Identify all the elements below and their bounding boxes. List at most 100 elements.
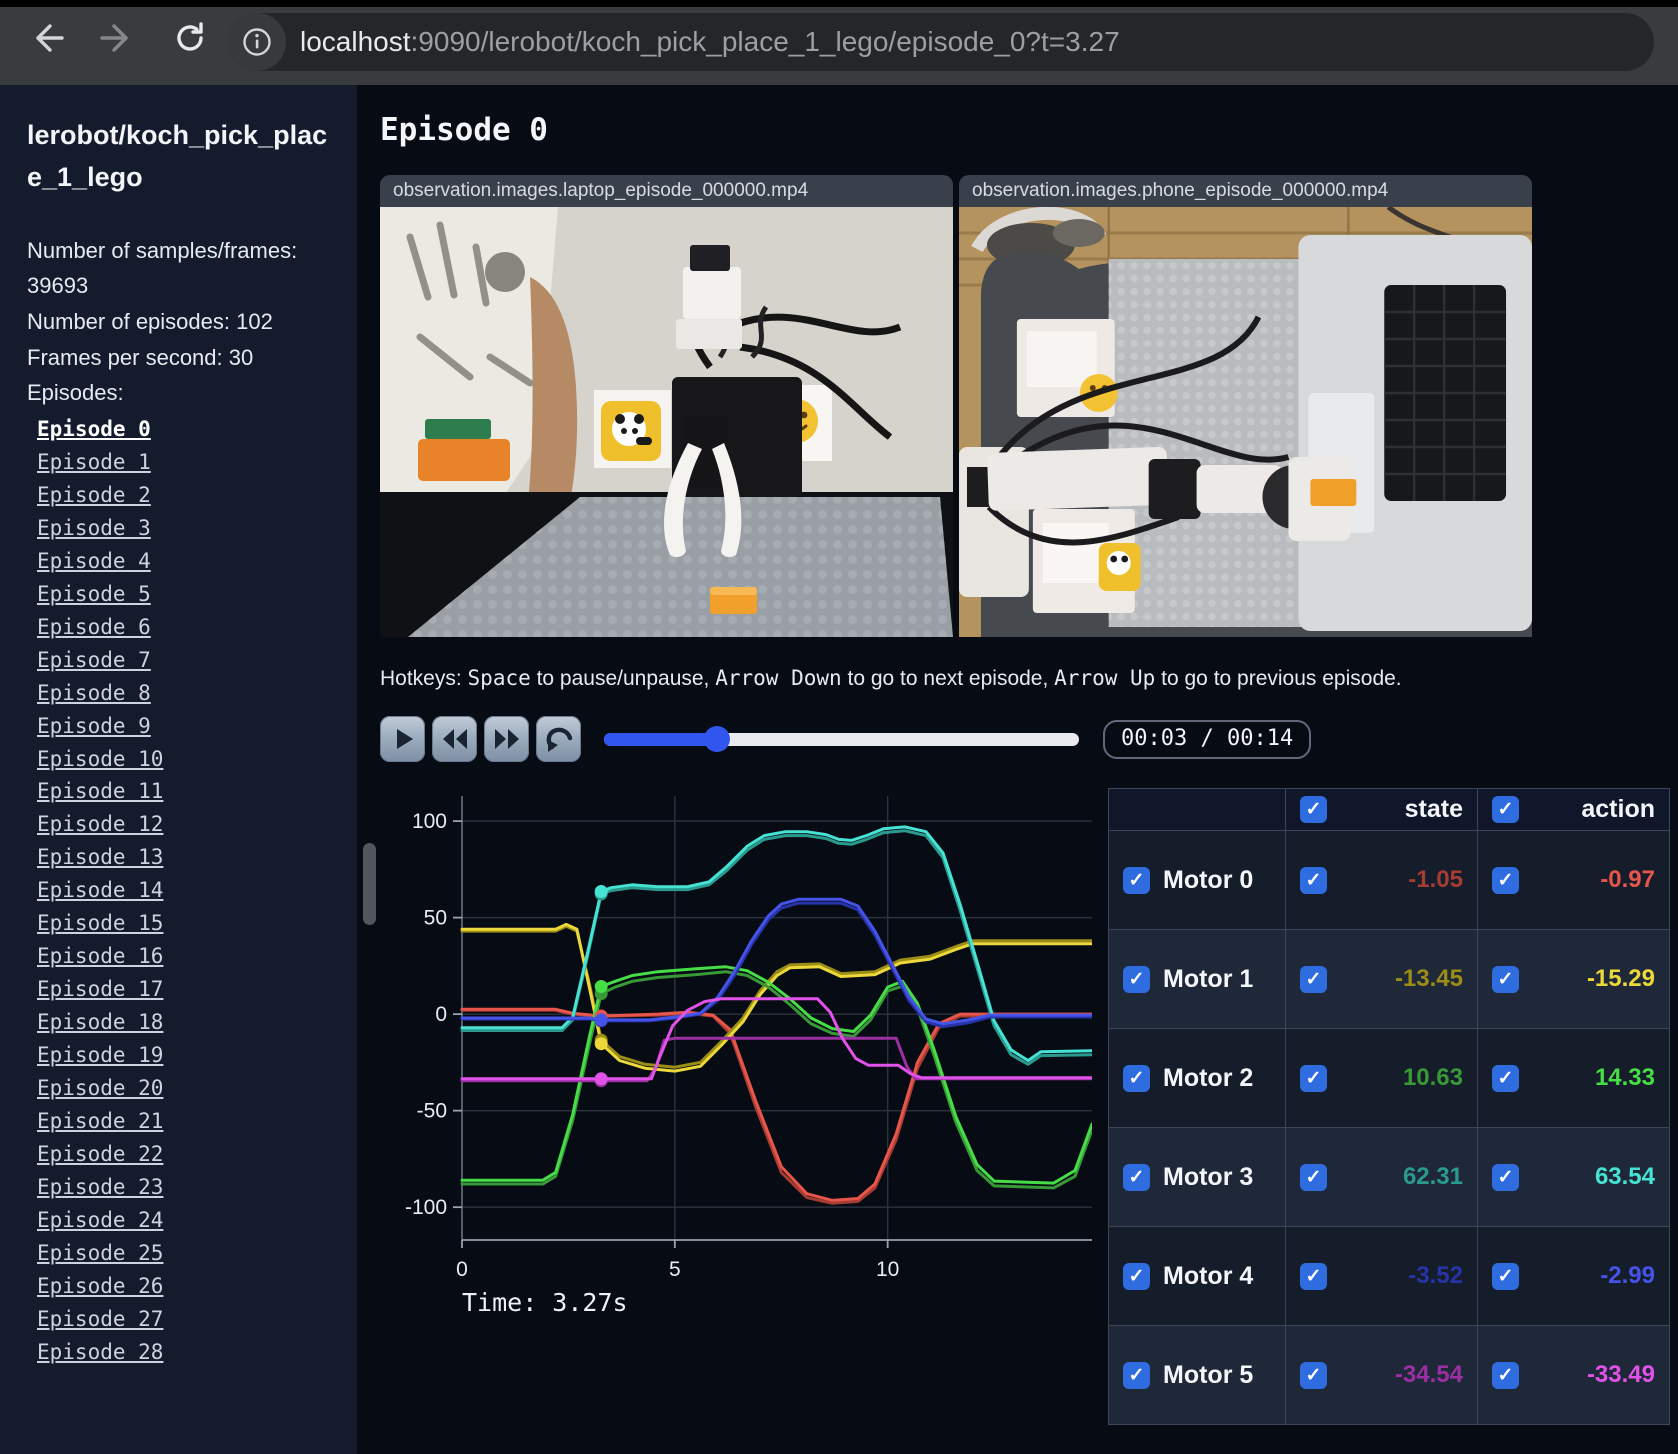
episode-link[interactable]: Episode 24 — [37, 1204, 163, 1237]
motor-action-checkbox[interactable]: ✓ — [1492, 1163, 1519, 1191]
motor-action-checkbox[interactable]: ✓ — [1492, 1064, 1519, 1092]
motor-state-checkbox[interactable]: ✓ — [1300, 1361, 1327, 1389]
table-row: ✓ Motor 4 ✓ -3.52 ✓ -2.99 — [1108, 1226, 1670, 1326]
motor-action-checkbox[interactable]: ✓ — [1492, 1361, 1519, 1389]
motor-checkbox[interactable]: ✓ — [1123, 1163, 1150, 1191]
episode-link[interactable]: Episode 10 — [37, 743, 163, 776]
episode-link[interactable]: Episode 5 — [37, 578, 151, 611]
episode-link[interactable]: Episode 19 — [37, 1039, 163, 1072]
motor-state-value: -3.52 — [1408, 1262, 1463, 1289]
episode-link[interactable]: Episode 17 — [37, 973, 163, 1006]
seek-thumb[interactable] — [704, 726, 731, 752]
episode-link[interactable]: Episode 22 — [37, 1138, 163, 1171]
motor-label-cell: ✓ Motor 3 — [1108, 1127, 1286, 1227]
episode-link[interactable]: Episode 26 — [37, 1270, 163, 1303]
motor-state-checkbox[interactable]: ✓ — [1300, 965, 1327, 993]
motor-state-cell: ✓ -13.45 — [1285, 929, 1478, 1029]
motor-action-value: 63.54 — [1594, 1163, 1655, 1190]
action-column-checkbox[interactable]: ✓ — [1492, 796, 1519, 823]
episode-link[interactable]: Episode 21 — [37, 1105, 163, 1138]
episode-link[interactable]: Episode 18 — [37, 1006, 163, 1039]
episode-link[interactable]: Episode 15 — [37, 907, 163, 940]
motor-action-value: -33.49 — [1586, 1361, 1655, 1388]
motor-action-checkbox[interactable]: ✓ — [1492, 965, 1519, 993]
motor-action-cell: ✓ 14.33 — [1477, 1028, 1670, 1128]
header-empty-cell — [1108, 788, 1286, 831]
loop-icon — [546, 727, 572, 752]
play-button[interactable] — [380, 716, 425, 762]
motor-state-checkbox[interactable]: ✓ — [1300, 1262, 1327, 1290]
episode-link[interactable]: Episode 2 — [37, 479, 151, 512]
video-laptop[interactable] — [380, 207, 953, 637]
seek-slider[interactable] — [604, 726, 1079, 752]
episode-link[interactable]: Episode 9 — [37, 710, 151, 743]
episode-link[interactable]: Episode 13 — [37, 841, 163, 874]
motor-checkbox[interactable]: ✓ — [1123, 866, 1150, 894]
table-row: ✓ Motor 2 ✓ 10.63 ✓ 14.33 — [1108, 1028, 1670, 1128]
episode-link[interactable]: Episode 8 — [37, 677, 151, 710]
dataset-stats: Number of samples/frames: 39693 Number o… — [27, 233, 335, 411]
svg-text:50: 50 — [424, 907, 447, 930]
episode-link[interactable]: Episode 0 — [37, 413, 151, 446]
motor-state-cell: ✓ 62.31 — [1285, 1127, 1478, 1227]
episode-link[interactable]: Episode 6 — [37, 611, 151, 644]
svg-text:Time: 3.27s: Time: 3.27s — [462, 1288, 628, 1317]
back-button[interactable] — [26, 18, 66, 58]
episodes-label: Episodes: — [27, 380, 124, 406]
motor-state-value: -1.05 — [1408, 866, 1463, 893]
motor-action-value: -0.97 — [1600, 866, 1655, 893]
motor-action-value: -15.29 — [1586, 965, 1655, 992]
motor-checkbox[interactable]: ✓ — [1123, 1262, 1150, 1290]
url-path: :9090/lerobot/koch_pick_place_1_lego/epi… — [410, 26, 1120, 57]
forward-arrow-icon — [100, 24, 128, 52]
motor-action-checkbox[interactable]: ✓ — [1492, 866, 1519, 894]
video-phone[interactable] — [959, 207, 1532, 637]
motor-state-checkbox[interactable]: ✓ — [1300, 1064, 1327, 1092]
episode-link[interactable]: Episode 7 — [37, 644, 151, 677]
svg-text:100: 100 — [412, 810, 447, 833]
reload-button[interactable] — [170, 18, 210, 58]
motor-checkbox[interactable]: ✓ — [1123, 1064, 1150, 1092]
svg-text:0: 0 — [435, 1003, 447, 1026]
url-bar[interactable]: localhost:9090/lerobot/koch_pick_place_1… — [228, 13, 1654, 71]
motor-action-cell: ✓ -33.49 — [1477, 1325, 1670, 1425]
episode-link[interactable]: Episode 25 — [37, 1237, 163, 1270]
hotkeys-mid1: to pause/unpause, — [530, 667, 716, 690]
scrollbar-thumb[interactable] — [363, 843, 376, 925]
svg-text:10: 10 — [876, 1258, 899, 1281]
episode-link[interactable]: Episode 14 — [37, 874, 163, 907]
motor-action-cell: ✓ -15.29 — [1477, 929, 1670, 1029]
episode-link[interactable]: Episode 20 — [37, 1072, 163, 1105]
episode-link[interactable]: Episode 11 — [37, 775, 163, 808]
motor-checkbox[interactable]: ✓ — [1123, 965, 1150, 993]
table-row: ✓ Motor 1 ✓ -13.45 ✓ -15.29 — [1108, 929, 1670, 1029]
episode-link[interactable]: Episode 4 — [37, 545, 151, 578]
motor-checkbox[interactable]: ✓ — [1123, 1361, 1150, 1389]
motor-state-checkbox[interactable]: ✓ — [1300, 866, 1327, 894]
episode-link[interactable]: Episode 23 — [37, 1171, 163, 1204]
motor-label-cell: ✓ Motor 5 — [1108, 1325, 1286, 1425]
rewind-button[interactable] — [432, 716, 477, 762]
state-column-checkbox[interactable]: ✓ — [1300, 796, 1327, 823]
time-display: 00:03 / 00:14 — [1103, 719, 1312, 759]
motor-state-value: -13.45 — [1394, 965, 1463, 992]
video-laptop-frame — [380, 207, 953, 637]
fast-forward-button[interactable] — [484, 716, 529, 762]
episode-link[interactable]: Episode 3 — [37, 512, 151, 545]
episode-link[interactable]: Episode 1 — [37, 446, 151, 479]
episode-link[interactable]: Episode 28 — [37, 1336, 163, 1369]
motor-state-checkbox[interactable]: ✓ — [1300, 1163, 1327, 1191]
motor-label-cell: ✓ Motor 4 — [1108, 1226, 1286, 1326]
loop-button[interactable] — [536, 716, 581, 762]
motor-action-cell: ✓ 63.54 — [1477, 1127, 1670, 1227]
forward-button[interactable] — [98, 18, 138, 58]
motor-action-checkbox[interactable]: ✓ — [1492, 1262, 1519, 1290]
episode-link[interactable]: Episode 12 — [37, 808, 163, 841]
site-info-button[interactable] — [228, 13, 286, 71]
chart-svg: -100 -50 0 50 100 0 5 10 Time: 3.27s — [405, 796, 1094, 1317]
page-title: Episode 0 — [380, 112, 548, 148]
episode-link[interactable]: Episode 16 — [37, 940, 163, 973]
episode-link[interactable]: Episode 27 — [37, 1303, 163, 1336]
svg-text:-100: -100 — [405, 1196, 447, 1219]
table-header-row: ✓ state ✓ action — [1108, 788, 1670, 831]
